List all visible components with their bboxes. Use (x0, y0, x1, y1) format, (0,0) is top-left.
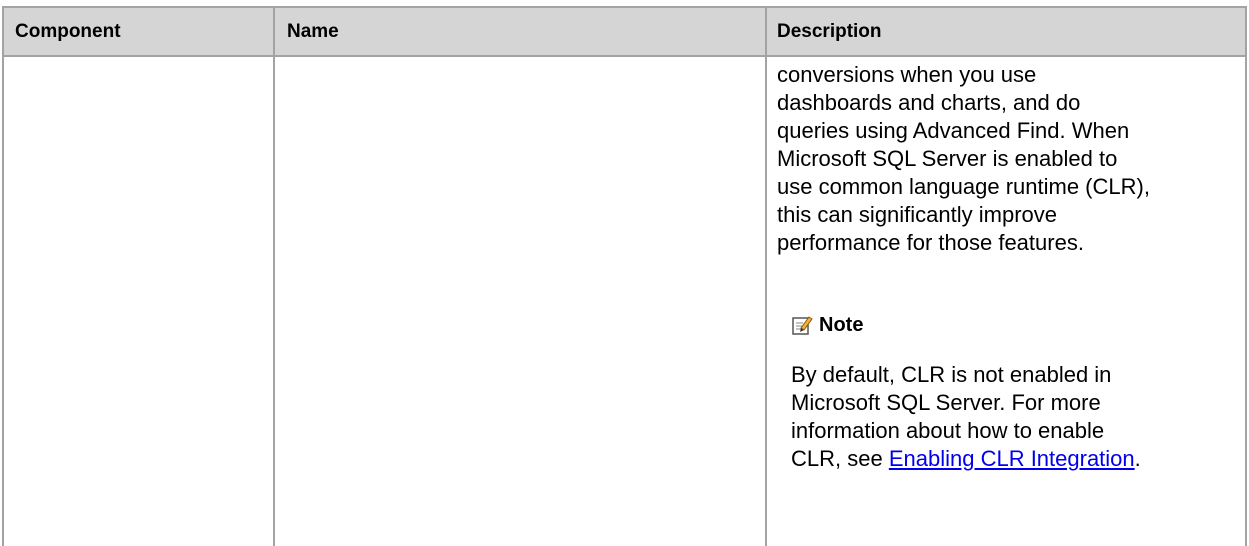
note-line-suffix: . (1134, 446, 1141, 471)
header-component: Component (15, 21, 121, 42)
table-header-row (4, 8, 1245, 55)
note-pencil-icon (791, 314, 813, 336)
note-line: By default, CLR is not enabled in (791, 362, 1112, 387)
header-name: Name (287, 21, 339, 42)
document-table: Component Name Description conversions w… (0, 0, 1249, 546)
note-body: By default, CLR is not enabled in Micros… (791, 361, 1231, 473)
note-title: Note (819, 313, 864, 336)
description-line: performance for those features. (777, 230, 1084, 255)
note-line: information about how to enable (791, 418, 1105, 443)
enabling-clr-integration-link[interactable]: Enabling CLR Integration (889, 446, 1135, 471)
note-line: Microsoft SQL Server. For more (791, 390, 1101, 415)
note-line: CLR, see Enabling CLR Integration. (791, 445, 1231, 473)
description-cell: conversions when you use dashboards and … (777, 61, 1237, 257)
name-cell (275, 57, 765, 546)
description-line: use common language runtime (CLR), (777, 174, 1150, 199)
column-divider-2 (765, 6, 767, 546)
description-line: conversions when you use (777, 62, 1037, 87)
description-line: dashboards and charts, and do (777, 90, 1081, 115)
description-line: queries using Advanced Find. When (777, 118, 1130, 143)
header-description: Description (777, 21, 882, 42)
note-line-prefix: CLR, see (791, 446, 889, 471)
description-line: this can significantly improve (777, 202, 1058, 227)
description-line: Microsoft SQL Server is enabled to (777, 146, 1118, 171)
note-box: Note By default, CLR is not enabled in M… (791, 311, 1231, 472)
table-right-border (1245, 6, 1247, 546)
component-cell (4, 57, 273, 546)
table-top-border (2, 6, 1247, 8)
note-heading: Note (791, 311, 1231, 339)
